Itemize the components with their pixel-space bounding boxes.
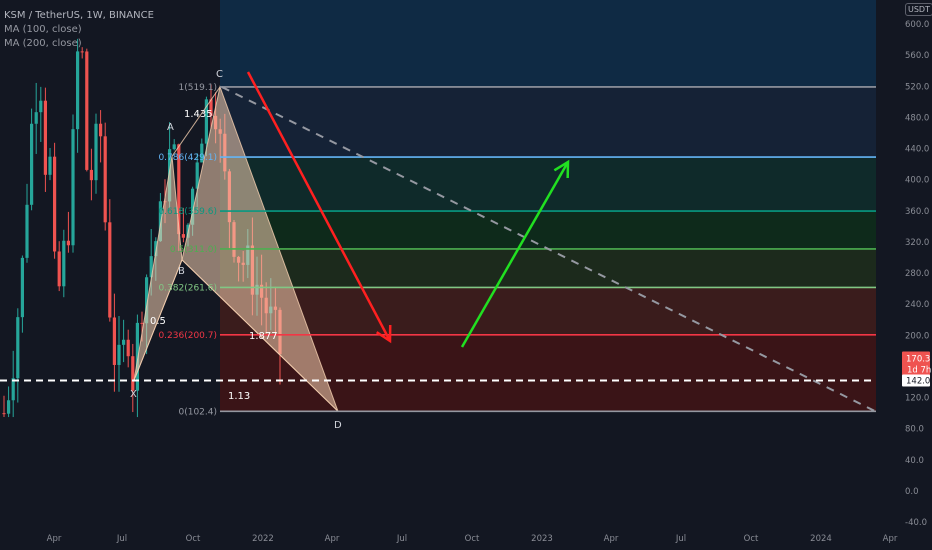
fib-zone — [220, 86, 876, 158]
candle-body — [16, 317, 20, 379]
candle-body — [48, 156, 52, 175]
fib-zone-top — [220, 0, 876, 87]
price-tick-label: 440.0 — [905, 145, 929, 155]
candle-body — [80, 51, 84, 53]
price-tick-label: 120.0 — [905, 394, 929, 404]
candle-body — [99, 123, 103, 137]
time-tick-label: Jul — [675, 534, 686, 544]
candle-body — [71, 129, 75, 246]
candle-body — [103, 136, 107, 223]
fib-label: 0.382(261.6) — [158, 283, 217, 293]
level-tag-value: 142.0 — [906, 376, 930, 386]
time-tick-label: Jul — [116, 534, 127, 544]
candle-body — [126, 339, 130, 357]
candle-body — [112, 317, 116, 365]
candle-body — [25, 204, 29, 258]
fib-zone — [220, 248, 876, 288]
candle-body — [94, 123, 98, 181]
ma200-legend[interactable]: MA (200, close) — [4, 37, 154, 51]
point-d-label: D — [334, 420, 342, 431]
fib-label: 0.236(200.7) — [158, 331, 217, 341]
fib-label: 0(102.4) — [178, 407, 217, 417]
candle-body — [43, 100, 47, 175]
price-tick-label: 0.0 — [905, 487, 919, 497]
price-tick-label: 400.0 — [905, 176, 929, 186]
candle-body — [89, 169, 93, 181]
time-tick-label: Apr — [883, 534, 898, 544]
candle-body — [122, 339, 126, 345]
ma100-legend[interactable]: MA (100, close) — [4, 23, 154, 37]
candle-body — [34, 112, 38, 124]
time-tick-label: 2023 — [531, 534, 553, 544]
price-tick-label: 200.0 — [905, 331, 929, 341]
fib-zone — [220, 287, 876, 335]
chart-legend: KSM / TetherUS, 1W, BINANCE MA (100, clo… — [4, 9, 154, 51]
time-tick-label: Apr — [604, 534, 619, 544]
time-tick-label: Oct — [465, 534, 480, 544]
time-tick-label: Apr — [47, 534, 62, 544]
time-tick-label: Oct — [186, 534, 201, 544]
point-c-label: C — [216, 69, 223, 80]
price-tick-label: 240.0 — [905, 300, 929, 310]
fib-label: 1(519.1) — [178, 83, 217, 93]
price-tick-label: 360.0 — [905, 207, 929, 217]
time-tick-label: 2024 — [810, 534, 832, 544]
candle-body — [62, 240, 66, 287]
fib-label: 0.5(311.0) — [170, 245, 217, 255]
candle-body — [30, 123, 34, 205]
price-chart[interactable]: 1(519.1) 0.786(429.1) 0.618(359.6) 0.5(311.… — [0, 0, 932, 550]
fib-label: 0.618(359.6) — [158, 207, 217, 217]
candle-body — [85, 51, 89, 170]
ratio-xb: 0.5 — [150, 316, 166, 327]
candle-body — [181, 234, 185, 238]
candle-body — [117, 344, 121, 365]
time-tick-label: Jul — [396, 534, 407, 544]
price-tag-value: 170.3 — [906, 354, 930, 364]
price-tick-label: 80.0 — [905, 425, 924, 435]
price-tick-label: 40.0 — [905, 456, 924, 466]
point-b-label: B — [178, 266, 185, 277]
candle-body — [57, 251, 61, 287]
ratio-xd: 1.13 — [228, 391, 250, 402]
candle-body — [108, 222, 112, 318]
price-tick-label: -40.0 — [905, 518, 927, 528]
candle-body — [11, 378, 15, 401]
time-tick-label: Apr — [325, 534, 340, 544]
price-tick-label: 480.0 — [905, 113, 929, 123]
price-tick-label: 320.0 — [905, 238, 929, 248]
price-tick-label: 600.0 — [905, 20, 929, 30]
candle-body — [76, 51, 80, 130]
price-tag-countdown: 1d 7h — [907, 365, 931, 375]
candle-body — [2, 413, 6, 415]
price-tick-label: 560.0 — [905, 51, 929, 61]
ratio-bd: 1.877 — [249, 331, 278, 342]
fib-zone — [220, 211, 876, 249]
ratio-ac: 1.435 — [184, 109, 213, 120]
candle-body — [20, 257, 24, 318]
candle-body — [39, 100, 43, 113]
candle-body — [172, 144, 176, 150]
point-x-label: X — [130, 389, 137, 400]
candle-body — [131, 356, 135, 391]
price-axis[interactable]: 600.0 560.0 520.0 480.0 440.0 400.0 360.0 320.0… — [900, 0, 932, 550]
time-tick-label: Oct — [744, 534, 759, 544]
price-tick-label: 520.0 — [905, 82, 929, 92]
currency-button[interactable]: USDT — [905, 3, 932, 16]
candle-body — [66, 240, 70, 246]
candle-body — [7, 400, 11, 414]
symbol-title[interactable]: KSM / TetherUS, 1W, BINANCE — [4, 9, 154, 23]
candle-body — [53, 156, 57, 252]
fib-label: 0.786(429.1) — [158, 153, 217, 163]
time-tick-label: 2022 — [252, 534, 274, 544]
price-tick-label: 280.0 — [905, 269, 929, 279]
point-a-label: A — [167, 122, 174, 133]
